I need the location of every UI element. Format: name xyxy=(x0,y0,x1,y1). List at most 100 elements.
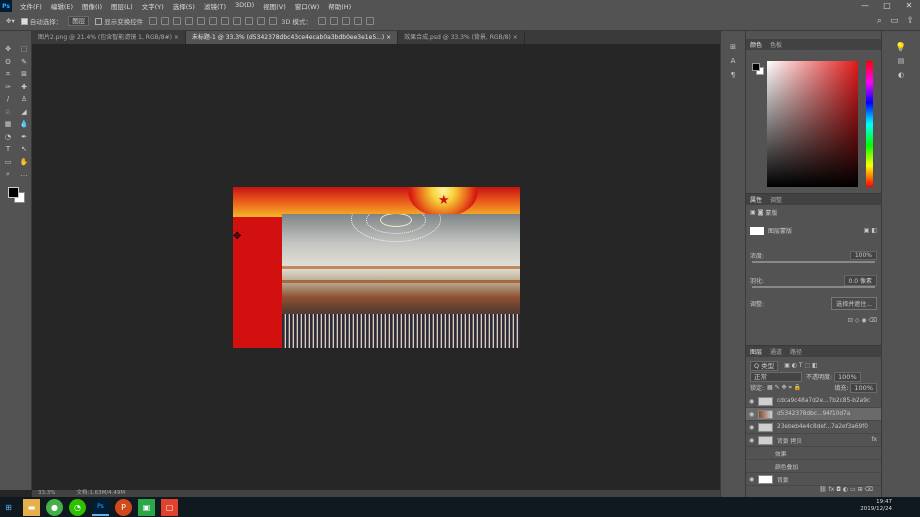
zoom-tool-icon[interactable]: ⌕ xyxy=(0,168,16,181)
show-transform-checkbox[interactable] xyxy=(95,17,103,25)
align-center-icon[interactable] xyxy=(161,17,170,25)
menu-item-4[interactable]: 文字(Y) xyxy=(142,1,164,11)
menu-item-7[interactable]: 3D(D) xyxy=(235,1,254,11)
feather-value[interactable]: 0.0 像素 xyxy=(843,275,877,286)
align-bottom-icon[interactable] xyxy=(209,17,218,25)
explorer-icon[interactable]: ▬ xyxy=(23,498,40,516)
distribute-h-icon[interactable] xyxy=(233,17,242,25)
menu-item-2[interactable]: 图像(I) xyxy=(82,1,102,11)
text-icon[interactable]: A xyxy=(721,57,745,69)
color-field[interactable] xyxy=(767,61,858,187)
hue-slider[interactable] xyxy=(866,61,873,187)
move-tool-icon[interactable]: ✥ xyxy=(0,43,16,56)
layers-footer-icons[interactable]: ⛓ fx ◘ ◐ ▭ ⊞ ⌫ xyxy=(819,486,873,493)
layer-row[interactable]: ◉ d5342378dbc...94f10d7a xyxy=(746,408,881,421)
layer-row[interactable]: ◉ cdca9c48a7d2e...7b2c85-b2a9c xyxy=(746,395,881,408)
maximize-button[interactable]: □ xyxy=(876,0,898,12)
hall-photo-layer[interactable] xyxy=(282,214,520,348)
learn-icon[interactable]: 💡 xyxy=(882,43,920,55)
path-select-tool-icon[interactable]: ↖ xyxy=(16,143,32,156)
foreground-color[interactable] xyxy=(8,186,19,198)
slide-3d-icon[interactable] xyxy=(353,17,362,25)
quick-select-tool-icon[interactable]: ✎ xyxy=(16,56,32,69)
blend-mode-dropdown[interactable]: 正常 xyxy=(750,371,802,382)
camtasia-icon[interactable]: ▣ xyxy=(138,498,155,516)
recorder-icon[interactable]: ▢ xyxy=(161,498,178,516)
tab-image2[interactable]: 图片2.png @ 21.4% (包含智能滤镜 1, RGB/8#) × xyxy=(32,31,186,44)
canvas-area[interactable]: ★ ✥ xyxy=(32,44,720,490)
visibility-eye-icon[interactable]: ◉ xyxy=(749,424,758,431)
fill-value[interactable]: 100% xyxy=(850,382,877,393)
move-tool-icon[interactable]: ✥▾ xyxy=(6,17,15,25)
tab-paths[interactable]: 路径 xyxy=(790,347,802,356)
dodge-tool-icon[interactable]: ◔ xyxy=(0,131,16,144)
frame-tool-icon[interactable]: ⊠ xyxy=(16,68,32,81)
history-icon[interactable]: ⊞ xyxy=(721,43,745,55)
kind-filter-dropdown[interactable]: Q 类型 xyxy=(750,360,779,371)
mask-actions-icon[interactable]: ▣ ◧ xyxy=(864,227,877,234)
brush-tool-icon[interactable]: ∕ xyxy=(0,93,16,106)
layer-row[interactable]: ◉ 23ebeb4e4c8def...7a2ef3a69f0 xyxy=(746,421,881,434)
libraries-icon[interactable]: ▤ xyxy=(882,57,920,69)
distribute-spacing-icon[interactable] xyxy=(257,17,266,25)
auto-select-option[interactable]: 自动选择： xyxy=(20,16,62,26)
color-swatches[interactable] xyxy=(0,185,31,205)
filter-icons[interactable]: ▣ ◐ T ⬚ ◧ xyxy=(784,362,818,369)
density-value[interactable]: 100% xyxy=(849,251,877,260)
drag-3d-icon[interactable] xyxy=(341,17,350,25)
feather-slider[interactable] xyxy=(752,286,875,288)
stamp-tool-icon[interactable]: ♙ xyxy=(16,93,32,106)
photoshop-taskbar-icon[interactable]: Ps xyxy=(92,498,109,516)
roll-3d-icon[interactable] xyxy=(329,17,338,25)
layer-row[interactable]: ◉ 背景 拷贝 fx xyxy=(746,434,881,447)
distribute-v-icon[interactable] xyxy=(245,17,254,25)
close-button[interactable]: ✕ xyxy=(898,0,920,12)
blur-tool-icon[interactable]: 💧 xyxy=(16,118,32,131)
more-tools-icon[interactable]: … xyxy=(16,168,32,181)
zoom-level[interactable]: 33.3% xyxy=(38,490,55,496)
visibility-eye-icon[interactable]: ◉ xyxy=(749,476,758,483)
marquee-tool-icon[interactable]: ⬚ xyxy=(16,43,32,56)
menu-item-0[interactable]: 文件(F) xyxy=(20,1,42,11)
spot-heal-tool-icon[interactable]: ✚ xyxy=(16,81,32,94)
shape-tool-icon[interactable]: ▭ xyxy=(0,156,16,169)
layer-fx-badge[interactable]: fx xyxy=(872,437,877,443)
layer-row[interactable]: 颜色叠加 xyxy=(746,460,881,473)
opacity-value[interactable]: 100% xyxy=(834,371,861,382)
density-slider[interactable] xyxy=(752,261,875,263)
select-and-mask-button[interactable]: 选择并遮住... xyxy=(831,297,877,310)
menu-item-8[interactable]: 视图(V) xyxy=(263,1,286,11)
history-brush-tool-icon[interactable]: ♘ xyxy=(0,106,16,119)
document-canvas[interactable]: ★ xyxy=(233,187,520,348)
visibility-eye-icon[interactable]: ◉ xyxy=(749,398,758,405)
visibility-eye-icon[interactable]: ◉ xyxy=(749,437,758,444)
menu-item-6[interactable]: 滤镜(T) xyxy=(204,1,226,11)
workspace-icon[interactable]: ▭ xyxy=(890,16,899,26)
search-icon[interactable]: ⌕ xyxy=(877,16,882,26)
paragraph-icon[interactable]: ¶ xyxy=(721,71,745,83)
auto-select-checkbox[interactable] xyxy=(20,17,28,25)
tab-channels[interactable]: 通道 xyxy=(770,347,782,356)
menu-item-5[interactable]: 选择(S) xyxy=(173,1,195,11)
menu-item-10[interactable]: 帮助(H) xyxy=(328,1,351,11)
crop-tool-icon[interactable]: ⌗ xyxy=(0,68,16,81)
start-icon[interactable]: ⊞ xyxy=(0,499,17,516)
align-middle-icon[interactable] xyxy=(197,17,206,25)
tab-color[interactable]: 颜色 xyxy=(750,40,762,49)
orbit-3d-icon[interactable] xyxy=(317,17,326,25)
powerpoint-icon[interactable]: P xyxy=(115,498,132,516)
auto-select-dropdown[interactable]: 图层 xyxy=(68,16,90,26)
align-left-icon[interactable] xyxy=(149,17,158,25)
mask-footer-actions-icon[interactable]: ⊡ ◇ ◉ ⌫ xyxy=(848,317,877,324)
wechat-icon[interactable]: ◔ xyxy=(69,498,86,516)
type-tool-icon[interactable]: T xyxy=(0,143,16,156)
align-top-icon[interactable] xyxy=(185,17,194,25)
browser-icon[interactable]: ● xyxy=(46,498,63,516)
distribute-icon[interactable] xyxy=(221,17,230,25)
tab-layers[interactable]: 图层 xyxy=(750,347,762,356)
tab-adjustments[interactable]: 调整 xyxy=(770,195,782,204)
panel-foreground-swatch[interactable] xyxy=(752,63,760,71)
hand-tool-icon[interactable]: ✋ xyxy=(16,156,32,169)
lock-icons[interactable]: ▦ ✎ ✥ ⌗ 🔒 xyxy=(767,384,801,392)
lasso-tool-icon[interactable]: ʘ xyxy=(0,56,16,69)
